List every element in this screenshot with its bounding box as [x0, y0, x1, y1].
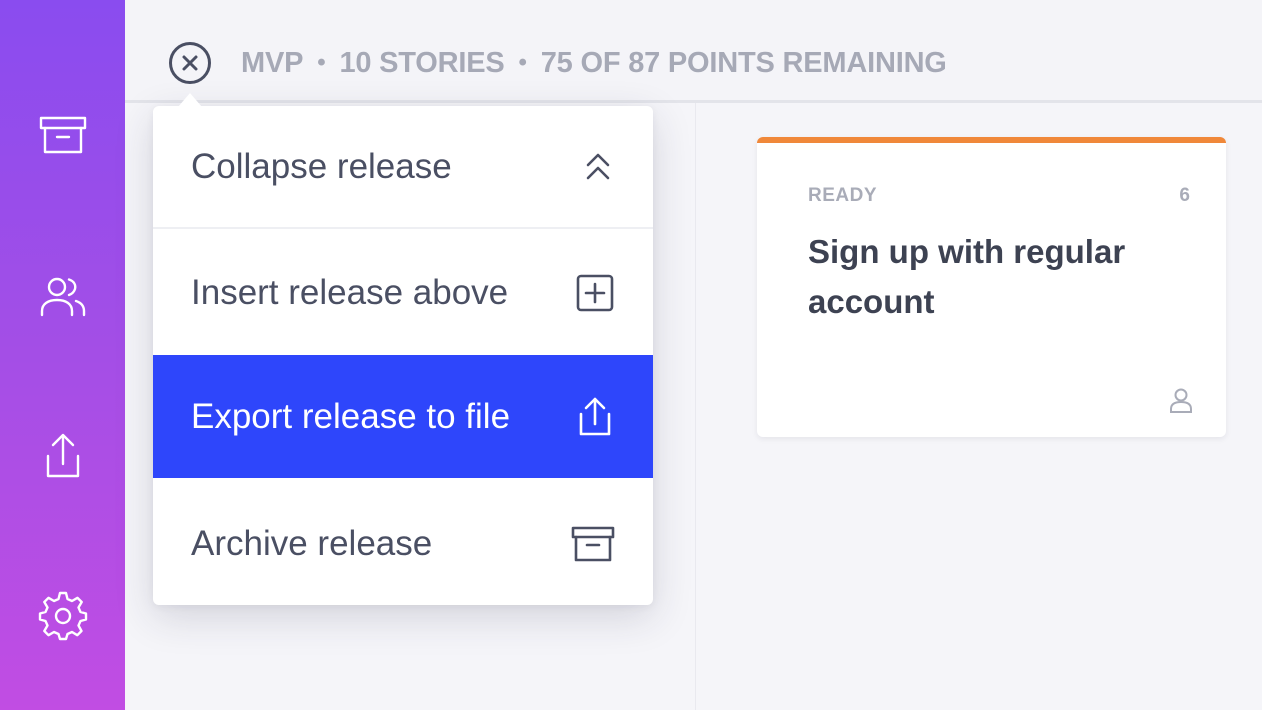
archive-icon [571, 526, 615, 561]
gear-icon [38, 591, 88, 641]
menu-item-archive-release[interactable]: Archive release [153, 482, 653, 605]
sidebar-item-settings[interactable] [38, 591, 88, 641]
separator-dot: • [317, 49, 326, 76]
close-release-button[interactable] [168, 41, 212, 85]
release-summary: MVP • 10 STORIES • 75 OF 87 POINTS REMAI… [241, 44, 947, 82]
sidebar-item-team[interactable] [38, 271, 88, 321]
sidebar [0, 0, 125, 710]
story-count: 10 STORIES [339, 46, 505, 79]
release-context-menu: Collapse release Insert release above Ex… [153, 106, 653, 605]
menu-item-label: Insert release above [191, 272, 509, 312]
story-card[interactable]: READY 6 Sign up with regular account [757, 137, 1226, 437]
menu-item-collapse-release[interactable]: Collapse release [153, 106, 653, 229]
menu-item-insert-release-above[interactable]: Insert release above [153, 231, 653, 354]
story-title: Sign up with regular account [808, 233, 1126, 320]
assignee-button[interactable] [1166, 385, 1196, 415]
story-status: READY [808, 185, 878, 206]
chevrons-up-icon [586, 153, 610, 179]
story-points: 6 [1179, 185, 1190, 206]
column-divider [695, 0, 696, 710]
share-icon [579, 397, 611, 435]
separator-dot: • [518, 49, 527, 76]
plus-square-icon [576, 274, 614, 311]
menu-item-export-release[interactable]: Export release to file [153, 355, 653, 478]
sidebar-item-archive[interactable] [38, 110, 88, 160]
close-circle-icon [169, 42, 211, 84]
status-accent-bar [757, 137, 1226, 143]
menu-item-label: Archive release [191, 523, 433, 563]
share-icon [46, 433, 80, 478]
points-remaining: 75 OF 87 POINTS REMAINING [540, 46, 947, 79]
archive-icon [39, 116, 87, 154]
menu-item-label: Collapse release [191, 146, 452, 186]
menu-caret [178, 93, 202, 107]
release-name: MVP [241, 46, 304, 79]
users-icon [40, 277, 86, 317]
release-header: MVP • 10 STORIES • 75 OF 87 POINTS REMAI… [125, 0, 1262, 103]
sidebar-item-export[interactable] [38, 432, 88, 482]
user-icon [1170, 388, 1192, 413]
menu-item-label: Export release to file [191, 396, 511, 436]
